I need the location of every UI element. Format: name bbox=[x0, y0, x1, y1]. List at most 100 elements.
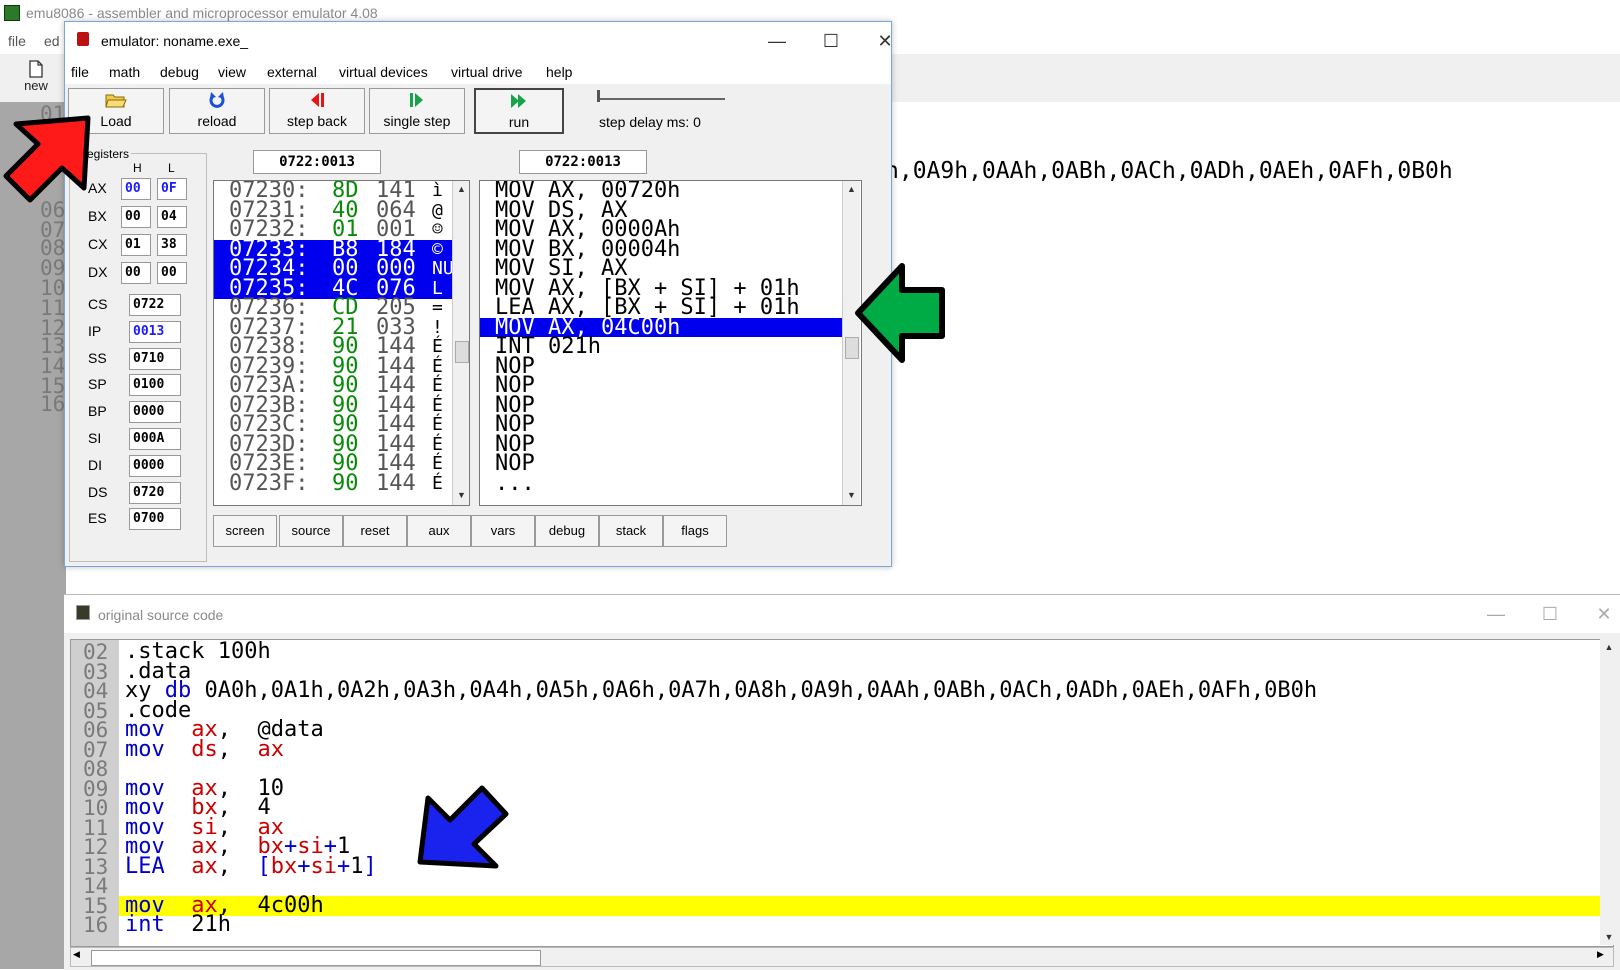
source-line-number: 06 bbox=[83, 718, 109, 742]
vars-button[interactable]: vars bbox=[471, 515, 535, 547]
menu-math[interactable]: math bbox=[109, 64, 140, 80]
memory-scroll-thumb[interactable] bbox=[455, 341, 469, 363]
register-cx-low[interactable]: 38 bbox=[157, 234, 187, 256]
memory-ascii-char: É bbox=[432, 375, 443, 396]
step-delay-slider[interactable] bbox=[597, 98, 725, 100]
scroll-down-arrow-icon[interactable]: ▼ bbox=[453, 487, 469, 503]
single-step-label: single step bbox=[383, 113, 451, 129]
menu-virtual-devices[interactable]: virtual devices bbox=[339, 64, 428, 80]
source-line[interactable]: mov bx, 4 bbox=[125, 797, 1595, 819]
register-ax-low[interactable]: 0F bbox=[157, 178, 187, 200]
chip-icon bbox=[76, 605, 90, 620]
aux-button[interactable]: aux bbox=[407, 515, 471, 547]
chip-icon bbox=[77, 32, 89, 46]
single-step-button[interactable]: single step bbox=[369, 88, 465, 134]
menu-debug[interactable]: debug bbox=[160, 64, 199, 80]
register-bx-low[interactable]: 04 bbox=[157, 206, 187, 228]
register-sp-value[interactable]: 0100 bbox=[129, 374, 181, 397]
emulator-title-bar: emulator: noname.exe_ — ☐ ✕ bbox=[65, 22, 893, 60]
source-line[interactable]: xy db 0A0h,0A1h,0A2h,0A3h,0A4h,0A5h,0A6h… bbox=[125, 680, 1595, 702]
main-menu-edit[interactable]: ed bbox=[44, 33, 60, 49]
register-bx-high[interactable]: 00 bbox=[121, 206, 151, 228]
register-name: SS bbox=[88, 349, 107, 366]
disassembly-row[interactable]: ... bbox=[480, 472, 842, 493]
source-window: original source code — ☐ ✕ 02 03 04 05 06 07 0… bbox=[64, 594, 1620, 970]
source-vertical-scrollbar[interactable]: ▲ ▼ bbox=[1600, 639, 1618, 945]
reload-button[interactable]: reload bbox=[169, 88, 265, 134]
source-token bbox=[165, 737, 192, 762]
source-code-editor[interactable]: 02 03 04 05 06 07 08 09 10 11 12 13 14 15 16 .stack 10… bbox=[70, 639, 1614, 947]
scroll-up-arrow-icon[interactable]: ▲ bbox=[453, 181, 469, 197]
screen-button[interactable]: screen bbox=[213, 515, 277, 547]
memory-ascii-char: É bbox=[432, 336, 443, 357]
register-ip-value[interactable]: 0013 bbox=[129, 320, 181, 343]
scroll-up-arrow-icon[interactable]: ▲ bbox=[843, 181, 860, 197]
scroll-up-arrow-icon[interactable]: ▲ bbox=[1600, 639, 1618, 655]
memory-ascii-char: É bbox=[432, 453, 443, 474]
register-si-value[interactable]: 000A bbox=[129, 428, 181, 450]
run-button[interactable]: run bbox=[474, 88, 564, 134]
register-ss-value[interactable]: 0710 bbox=[129, 347, 181, 370]
register-ax-high[interactable]: 00 bbox=[121, 178, 151, 200]
step-back-button[interactable]: step back bbox=[269, 88, 365, 134]
source-horizontal-scrollbar[interactable]: ◀ ▶ bbox=[70, 947, 1614, 967]
disassembly-address-field[interactable]: 0722:0013 bbox=[519, 150, 647, 174]
register-name: BP bbox=[88, 403, 107, 420]
close-button[interactable]: ✕ bbox=[865, 28, 905, 54]
register-es-value[interactable]: 0700 bbox=[129, 508, 181, 531]
register-cx-high[interactable]: 01 bbox=[121, 234, 151, 256]
register-name: CS bbox=[88, 296, 108, 312]
new-button[interactable]: new bbox=[14, 58, 58, 100]
stack-button[interactable]: stack bbox=[599, 515, 663, 547]
register-dx-high[interactable]: 00 bbox=[121, 262, 151, 284]
step-delay-slider-thumb[interactable] bbox=[597, 90, 600, 102]
source-line[interactable] bbox=[125, 876, 1595, 896]
minimize-button[interactable]: — bbox=[757, 28, 797, 54]
register-dx-low[interactable]: 00 bbox=[157, 262, 187, 284]
register-cs-value[interactable]: 0722 bbox=[129, 294, 181, 316]
source-line[interactable]: .code bbox=[125, 699, 1595, 721]
source-line[interactable]: mov ax, @data bbox=[125, 719, 1595, 741]
flags-button[interactable]: flags bbox=[663, 515, 727, 547]
reset-button[interactable]: reset bbox=[343, 515, 407, 547]
register-ds-value[interactable]: 0720 bbox=[129, 481, 181, 504]
scroll-left-arrow-icon[interactable]: ◀ bbox=[73, 949, 80, 960]
scroll-down-arrow-icon[interactable]: ▼ bbox=[1600, 929, 1618, 945]
memory-address-field[interactable]: 0722:0013 bbox=[253, 150, 381, 174]
menu-file[interactable]: file bbox=[71, 64, 89, 80]
menu-external[interactable]: external bbox=[267, 64, 317, 80]
source-maximize-button[interactable]: ☐ bbox=[1530, 601, 1570, 627]
memory-row[interactable]: 0723F: 90 144 É bbox=[214, 472, 454, 494]
register-bp-value[interactable]: 0000 bbox=[129, 401, 181, 424]
source-line[interactable]: mov ds, ax bbox=[125, 737, 1595, 762]
debug-button[interactable]: debug bbox=[535, 515, 599, 547]
source-close-button[interactable]: ✕ bbox=[1584, 601, 1620, 627]
source-line[interactable]: mov ax, 10 bbox=[125, 777, 1595, 799]
scroll-right-arrow-icon[interactable]: ▶ bbox=[1597, 949, 1604, 960]
scroll-down-arrow-icon[interactable]: ▼ bbox=[843, 487, 860, 503]
register-name: DI bbox=[88, 456, 102, 473]
menu-view[interactable]: view bbox=[218, 64, 246, 80]
register-name: IP bbox=[88, 322, 102, 339]
maximize-button[interactable]: ☐ bbox=[811, 28, 851, 54]
memory-ascii-char: NU bbox=[432, 258, 454, 279]
memory-scrollbar[interactable]: ▲ ▼ bbox=[452, 181, 469, 505]
menu-help[interactable]: help bbox=[546, 64, 572, 80]
main-menu-file[interactable]: file bbox=[8, 33, 26, 49]
source-hscroll-thumb[interactable] bbox=[91, 950, 541, 966]
source-line[interactable]: mov ax, 4c00h bbox=[119, 894, 1607, 916]
source-line[interactable]: LEA ax, [bx+si+1] bbox=[125, 853, 1595, 879]
disassembly-list[interactable]: MOV AX, 00720h MOV DS, AX MOV AX, 0000Ah MO… bbox=[479, 180, 862, 506]
source-window-title: original source code bbox=[98, 607, 224, 623]
source-line[interactable]: .stack 100h bbox=[125, 641, 1595, 663]
menu-virtual-drive[interactable]: virtual drive bbox=[451, 64, 523, 80]
memory-list[interactable]: 07230: 8D 141 ì 07231: 40 064 @07232: 01 001 ☺ 0723… bbox=[213, 180, 470, 506]
source-line[interactable] bbox=[125, 759, 1595, 779]
source-button[interactable]: source bbox=[279, 515, 343, 547]
source-line[interactable]: int 21h bbox=[125, 912, 1595, 937]
source-token: int bbox=[125, 912, 165, 937]
source-minimize-button[interactable]: — bbox=[1476, 601, 1516, 627]
source-token: [ bbox=[257, 853, 271, 879]
emulator-menu-bar: file math debug view external virtual de… bbox=[65, 60, 891, 84]
register-di-value[interactable]: 0000 bbox=[129, 454, 181, 477]
